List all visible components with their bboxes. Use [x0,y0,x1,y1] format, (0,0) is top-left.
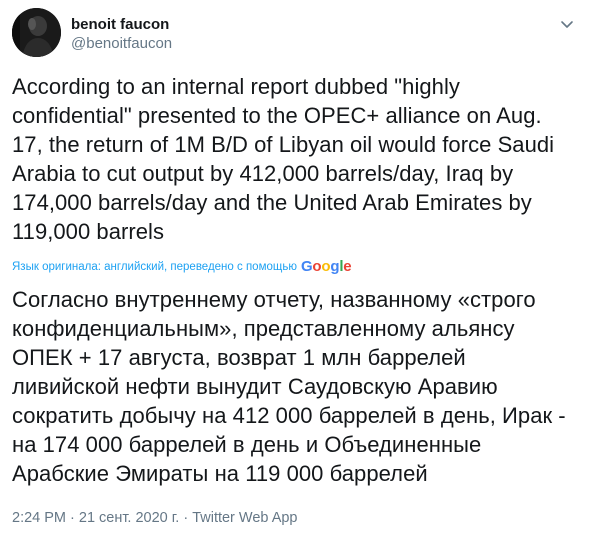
avatar[interactable] [12,8,61,57]
tweet-date[interactable]: 21 сент. 2020 г. [79,510,179,526]
tweet-card: benoit faucon @benoitfaucon According to… [0,0,591,536]
chevron-down-icon[interactable] [559,16,575,32]
translation-notice-label: Язык оригинала: английский, переведено с… [12,261,297,273]
translation-notice[interactable]: Язык оригинала: английский, переведено с… [12,258,352,275]
tweet-time[interactable]: 2:24 PM [12,510,66,526]
author-display-name[interactable]: benoit faucon [71,15,172,34]
avatar-image [12,8,61,57]
tweet-header: benoit faucon @benoitfaucon [12,8,579,58]
tweet-text: According to an internal report dubbed "… [12,74,555,244]
meta-separator: · [66,510,79,526]
author-names: benoit faucon @benoitfaucon [71,15,172,53]
google-logo: Google [300,258,352,275]
tweet-source[interactable]: Twitter Web App [192,510,297,526]
translated-tweet-text: Согласно внутреннему отчету, названному … [12,287,566,486]
meta-separator-2: · [179,510,193,526]
tweet-meta: 2:24 PM · 21 сент. 2020 г. · Twitter Web… [12,509,298,527]
author-handle[interactable]: @benoitfaucon [71,34,172,53]
